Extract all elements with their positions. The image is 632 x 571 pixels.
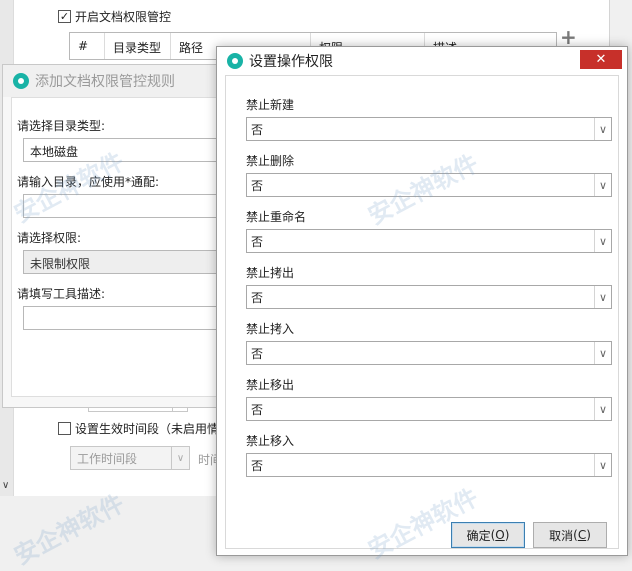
forbid-delete-select[interactable]: 否 ∨: [246, 173, 612, 197]
dir-type-label: 请选择目录类型:: [17, 119, 106, 133]
watermark: 安企神软件: [9, 489, 129, 571]
ok-accelerator: O: [495, 528, 505, 542]
forbid-rename-select[interactable]: 否 ∨: [246, 229, 612, 253]
forbid-copy-out-label: 禁止拷出: [246, 266, 295, 280]
period-checkbox[interactable]: [58, 421, 71, 435]
add-rule-dialog: 添加文档权限管控规则 请选择目录类型: 本地磁盘 请输入目录，应使用*通配: 请…: [2, 64, 241, 408]
dir-type-select[interactable]: 本地磁盘: [23, 138, 237, 162]
forbid-rename-value: 否: [251, 234, 264, 249]
app-logo-icon: [13, 73, 29, 89]
forbid-copy-in-label: 禁止拷入: [246, 322, 295, 336]
add-rule-titlebar[interactable]: 添加文档权限管控规则: [3, 65, 239, 97]
forbid-create-value: 否: [251, 122, 264, 137]
forbid-copy-in-select[interactable]: 否 ∨: [246, 341, 612, 365]
forbid-move-out-select[interactable]: 否 ∨: [246, 397, 612, 421]
path-input[interactable]: [23, 194, 237, 218]
forbid-copy-in-value: 否: [251, 346, 264, 361]
perm-titlebar[interactable]: 设置操作权限: [217, 47, 627, 75]
cancel-accelerator: C: [577, 528, 587, 542]
plus-icon[interactable]: +: [560, 27, 577, 47]
forbid-copy-out-value: 否: [251, 290, 264, 305]
forbid-rename-label: 禁止重命名: [246, 210, 307, 224]
ok-button[interactable]: 确定(O): [451, 522, 525, 548]
forbid-move-in-label: 禁止移入: [246, 434, 295, 448]
description-input[interactable]: [23, 306, 237, 330]
chevron-down-icon[interactable]: ∨: [2, 480, 12, 492]
enable-permission-control[interactable]: ✓ 开启文档权限管控: [58, 8, 171, 24]
perm-dialog-title: 设置操作权限: [249, 54, 333, 70]
period-select[interactable]: 工作时间段 ∨: [70, 446, 190, 470]
forbid-delete-value: 否: [251, 178, 264, 193]
cancel-button[interactable]: 取消(C): [533, 522, 607, 548]
permission-label: 请选择权限:: [17, 231, 82, 245]
forbid-move-out-label: 禁止移出: [246, 378, 295, 392]
grid-col-index[interactable]: #: [70, 33, 104, 59]
operation-permission-dialog: 设置操作权限 ✕ 禁止新建 否 ∨ 禁止删除 否 ∨ 禁止重命名 否 ∨ 禁止拷…: [216, 46, 628, 556]
grid-col-dir-type[interactable]: 目录类型: [104, 33, 170, 59]
path-label: 请输入目录，应使用*通配:: [17, 175, 160, 189]
chevron-down-icon: ∨: [594, 342, 611, 364]
permission-select[interactable]: 未限制权限: [23, 250, 237, 274]
app-logo-icon: [227, 53, 243, 69]
description-label: 请填写工具描述:: [17, 287, 106, 301]
chevron-down-icon: ∨: [594, 118, 611, 140]
chevron-down-icon: ∨: [594, 454, 611, 476]
forbid-copy-out-select[interactable]: 否 ∨: [246, 285, 612, 309]
forbid-create-select[interactable]: 否 ∨: [246, 117, 612, 141]
forbid-move-out-value: 否: [251, 402, 264, 417]
chevron-down-icon: ∨: [594, 174, 611, 196]
cancel-label: 取消: [549, 528, 574, 543]
chevron-down-icon: ∨: [594, 398, 611, 420]
perm-body: 禁止新建 否 ∨ 禁止删除 否 ∨ 禁止重命名 否 ∨ 禁止拷出 否 ∨ 禁止拷…: [225, 75, 619, 549]
chevron-down-icon: ∨: [594, 286, 611, 308]
forbid-delete-label: 禁止删除: [246, 154, 295, 168]
add-rule-title: 添加文档权限管控规则: [35, 74, 175, 90]
forbid-move-in-value: 否: [251, 458, 264, 473]
chevron-down-icon: ∨: [594, 230, 611, 252]
close-icon: ✕: [595, 52, 607, 67]
enable-label: 开启文档权限管控: [75, 9, 172, 24]
enable-checkbox[interactable]: ✓: [58, 9, 71, 23]
forbid-create-label: 禁止新建: [246, 98, 295, 112]
forbid-move-in-select[interactable]: 否 ∨: [246, 453, 612, 477]
close-button[interactable]: ✕: [580, 50, 622, 69]
period-label: 设置生效时间段（未启用情: [75, 421, 220, 436]
chevron-down-icon: ∨: [171, 447, 189, 469]
period-select-value: 工作时间段: [77, 451, 138, 466]
ok-label: 确定: [466, 528, 491, 543]
period-enable-row[interactable]: 设置生效时间段（未启用情: [58, 420, 219, 436]
